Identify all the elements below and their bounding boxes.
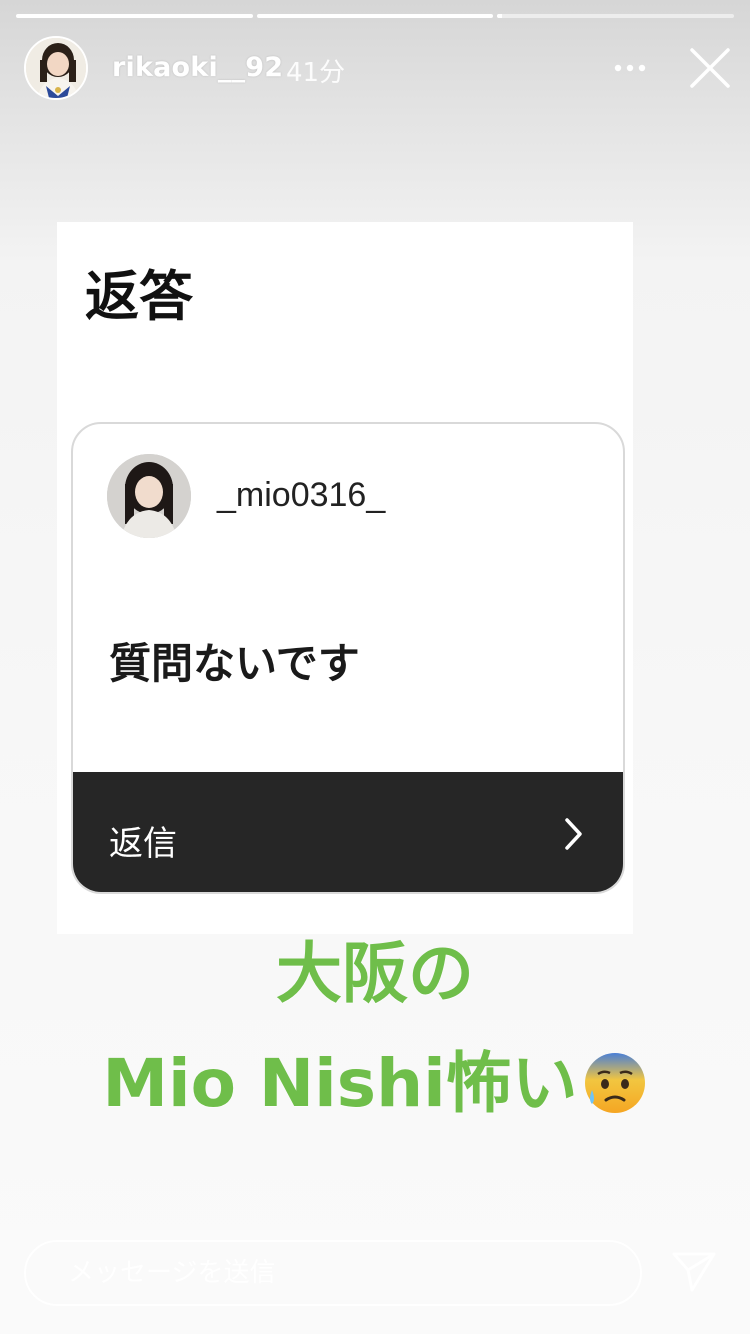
message-input[interactable]: [24, 1240, 642, 1306]
progress-segment-current: [497, 14, 735, 18]
question-box: _mio0316_ 質問ないです 返信: [71, 422, 625, 894]
question-avatar: [107, 454, 191, 538]
close-icon: [690, 48, 730, 88]
question-text: 質問ないです: [109, 639, 360, 688]
progress-segment: [256, 14, 494, 18]
chevron-right-icon: [565, 818, 582, 850]
story-question-card: 返答 _mio0316_ 質問ないです 返信: [57, 222, 633, 934]
more-options-button[interactable]: [608, 52, 652, 84]
caption-line-2: Mio Nishi怖い: [0, 1030, 750, 1126]
reply-label: 返信: [109, 824, 177, 864]
caption-line-1: 大阪の: [276, 935, 474, 1012]
send-button[interactable]: [670, 1248, 718, 1296]
close-button[interactable]: [684, 42, 736, 94]
progress-segment: [16, 14, 253, 18]
send-icon: [672, 1252, 716, 1292]
story-timestamp: 41分: [286, 58, 346, 88]
more-dots-icon: [614, 64, 646, 72]
card-title: 返答: [85, 265, 193, 328]
reply-button[interactable]: 返信: [73, 772, 623, 892]
anxious-face-with-sweat-emoji: [584, 1053, 645, 1113]
avatar[interactable]: [24, 36, 88, 100]
question-username: _mio0316_: [217, 476, 386, 514]
story-username[interactable]: rikaoki__92: [112, 52, 283, 83]
story-progress: [16, 14, 735, 18]
caption-line-2-text: Mio Nishi怖い: [102, 1045, 578, 1122]
